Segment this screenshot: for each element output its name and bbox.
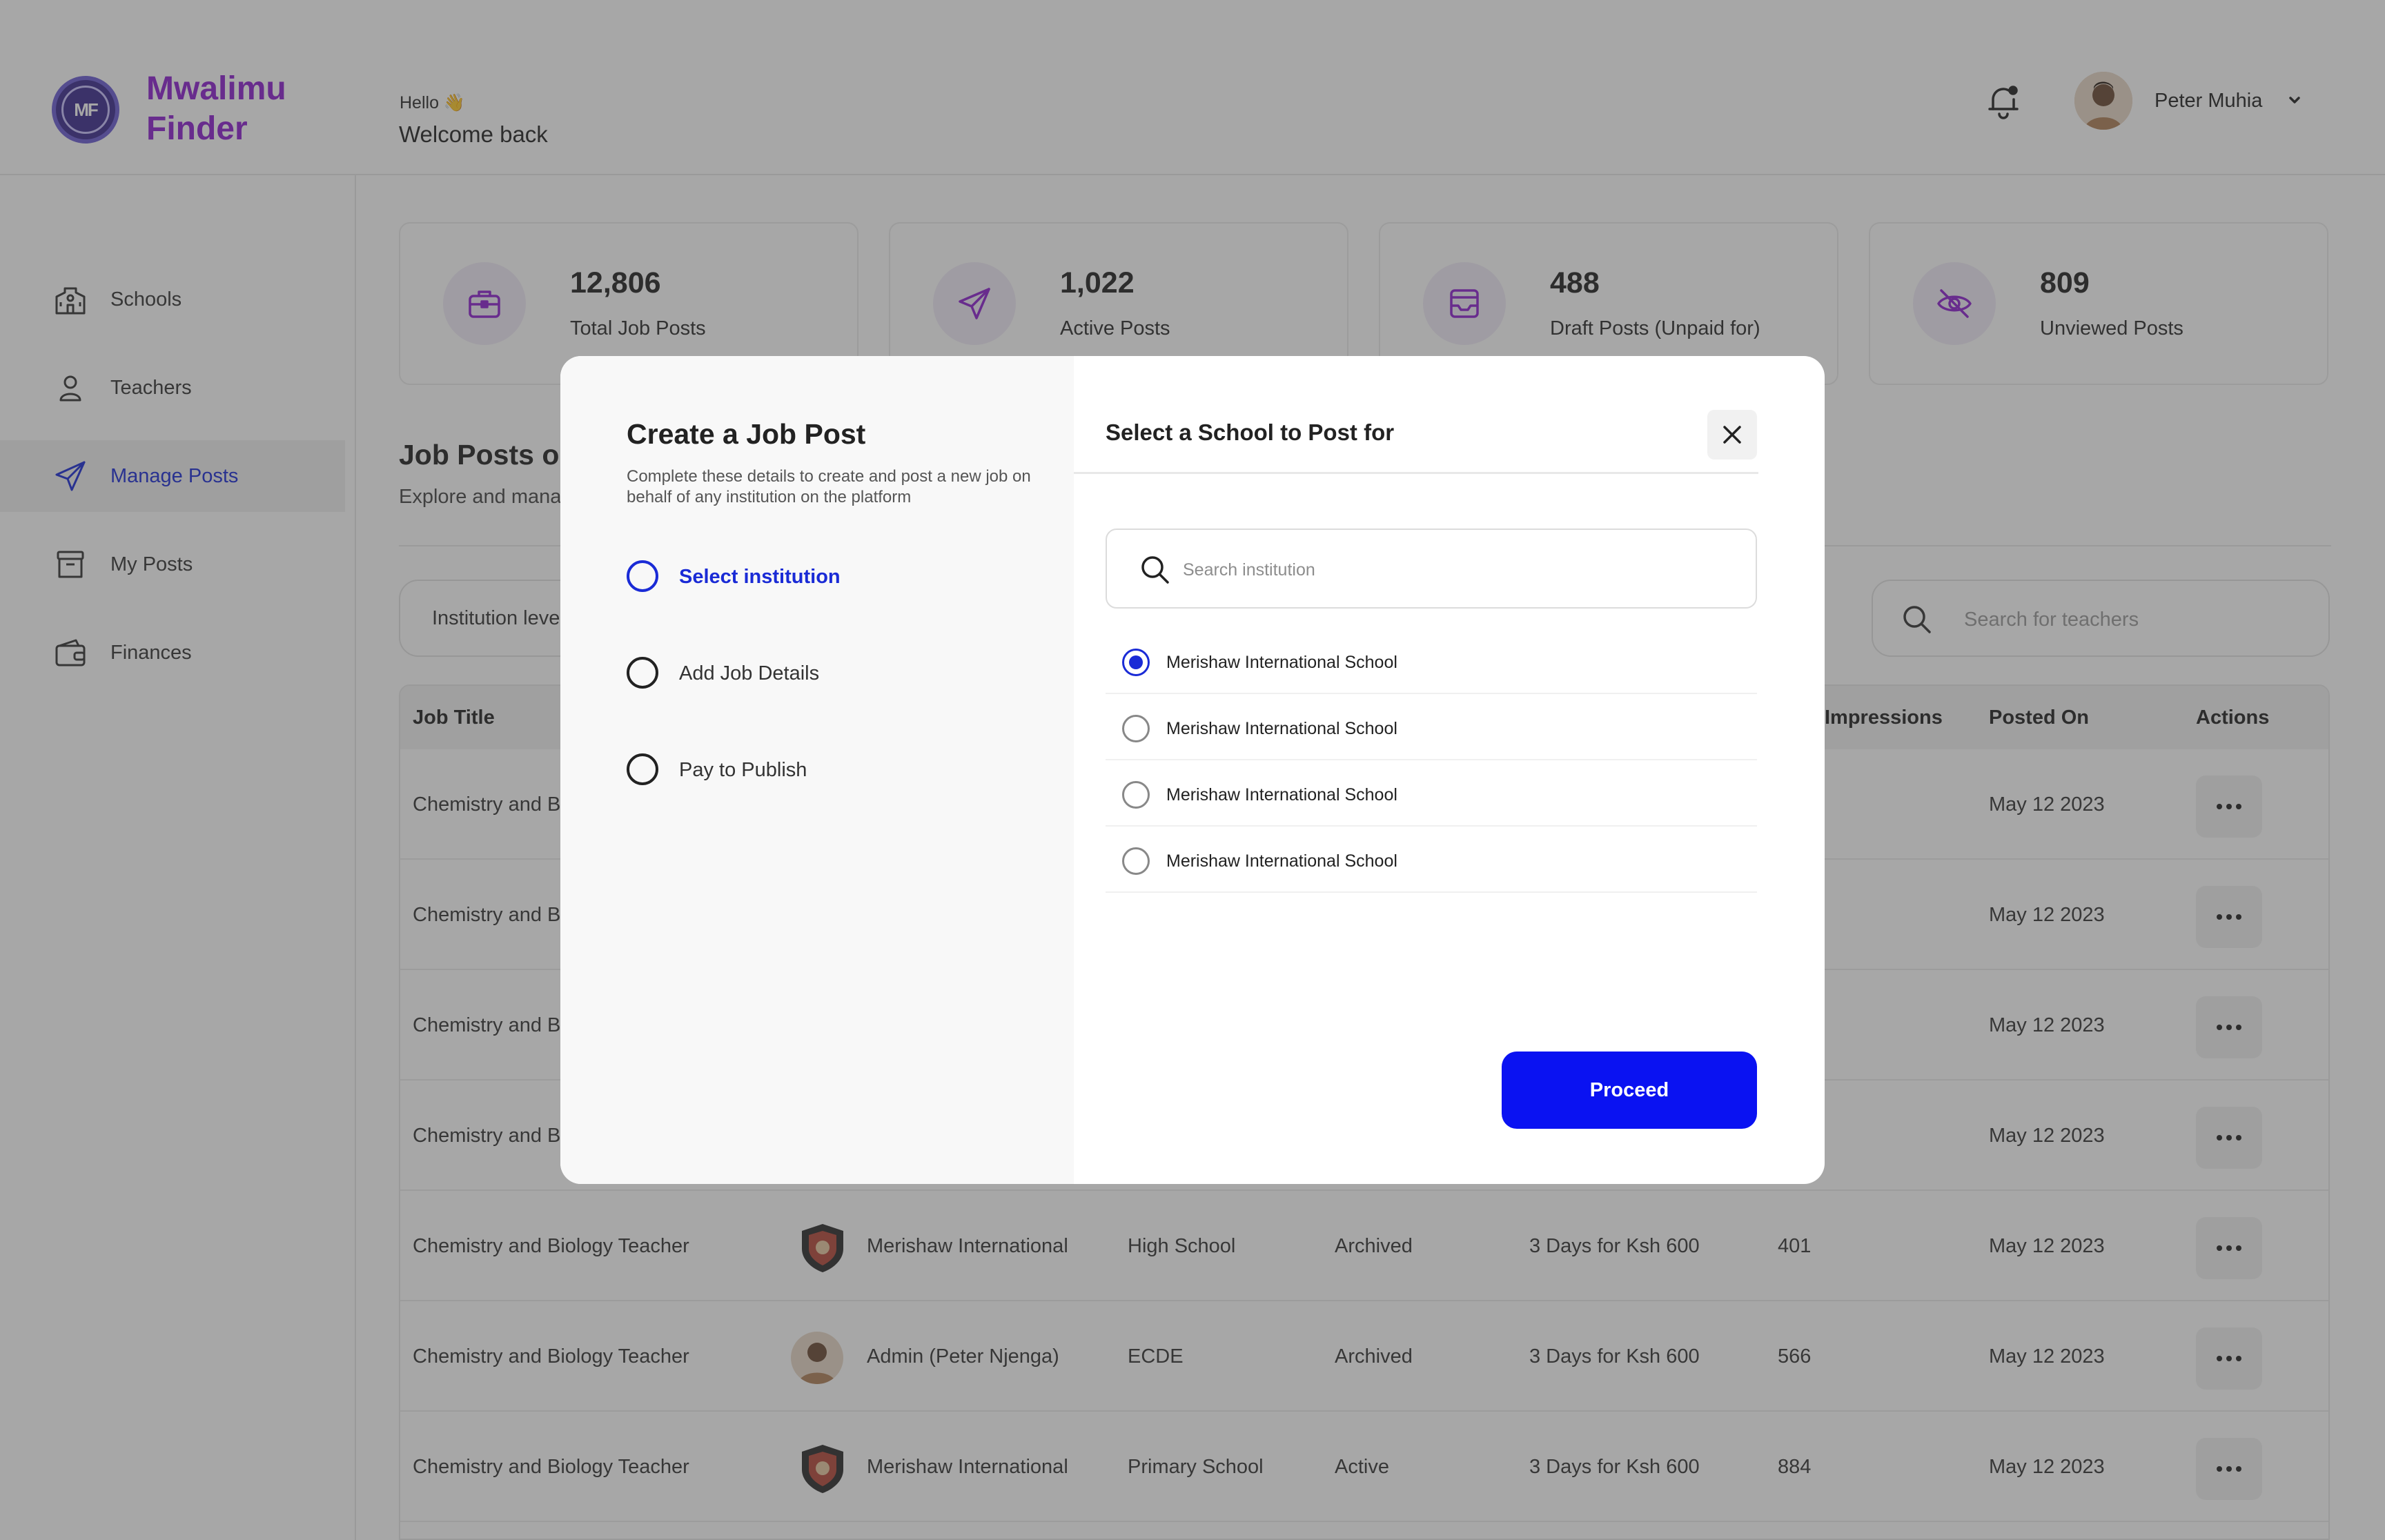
school-option[interactable]: Merishaw International School bbox=[1106, 628, 1757, 694]
step-select-institution[interactable]: Select institution bbox=[627, 560, 1041, 593]
step-label: Select institution bbox=[679, 566, 841, 588]
school-option-label: Merishaw International School bbox=[1166, 851, 1397, 871]
search-placeholder: Search institution bbox=[1183, 560, 1315, 580]
modal-steps-panel: Create a Job Post Complete these details… bbox=[560, 356, 1074, 1184]
modal-title: Create a Job Post bbox=[627, 418, 866, 450]
modal-description: Complete these details to create and pos… bbox=[627, 467, 1031, 506]
step-circle-icon bbox=[627, 560, 658, 592]
close-icon bbox=[1723, 426, 1741, 444]
school-option[interactable]: Merishaw International School bbox=[1106, 694, 1757, 760]
search-icon bbox=[1139, 553, 1170, 585]
modal-divider bbox=[1074, 472, 1758, 474]
step-circle-icon bbox=[627, 657, 658, 689]
radio-selected-icon[interactable] bbox=[1122, 649, 1150, 676]
school-option-label: Merishaw International School bbox=[1166, 785, 1397, 804]
school-option-label: Merishaw International School bbox=[1166, 719, 1397, 738]
radio-icon[interactable] bbox=[1122, 715, 1150, 742]
modal-section-title: Select a School to Post for bbox=[1106, 419, 1395, 445]
step-label: Pay to Publish bbox=[679, 759, 807, 781]
close-button[interactable] bbox=[1707, 410, 1757, 460]
proceed-button[interactable]: Proceed bbox=[1502, 1052, 1757, 1129]
radio-icon[interactable] bbox=[1122, 781, 1150, 809]
step-circle-icon bbox=[627, 753, 658, 785]
school-option[interactable]: Merishaw International School bbox=[1106, 827, 1757, 893]
school-option-label: Merishaw International School bbox=[1166, 653, 1397, 672]
search-institution-input[interactable]: Search institution bbox=[1106, 529, 1757, 609]
step-pay-to-publish[interactable]: Pay to Publish bbox=[627, 753, 1041, 787]
radio-icon[interactable] bbox=[1122, 847, 1150, 875]
school-option[interactable]: Merishaw International School bbox=[1106, 760, 1757, 827]
step-label: Add Job Details bbox=[679, 662, 820, 684]
create-job-post-modal: Create a Job Post Complete these details… bbox=[560, 356, 1825, 1184]
step-add-job-details[interactable]: Add Job Details bbox=[627, 657, 1041, 690]
